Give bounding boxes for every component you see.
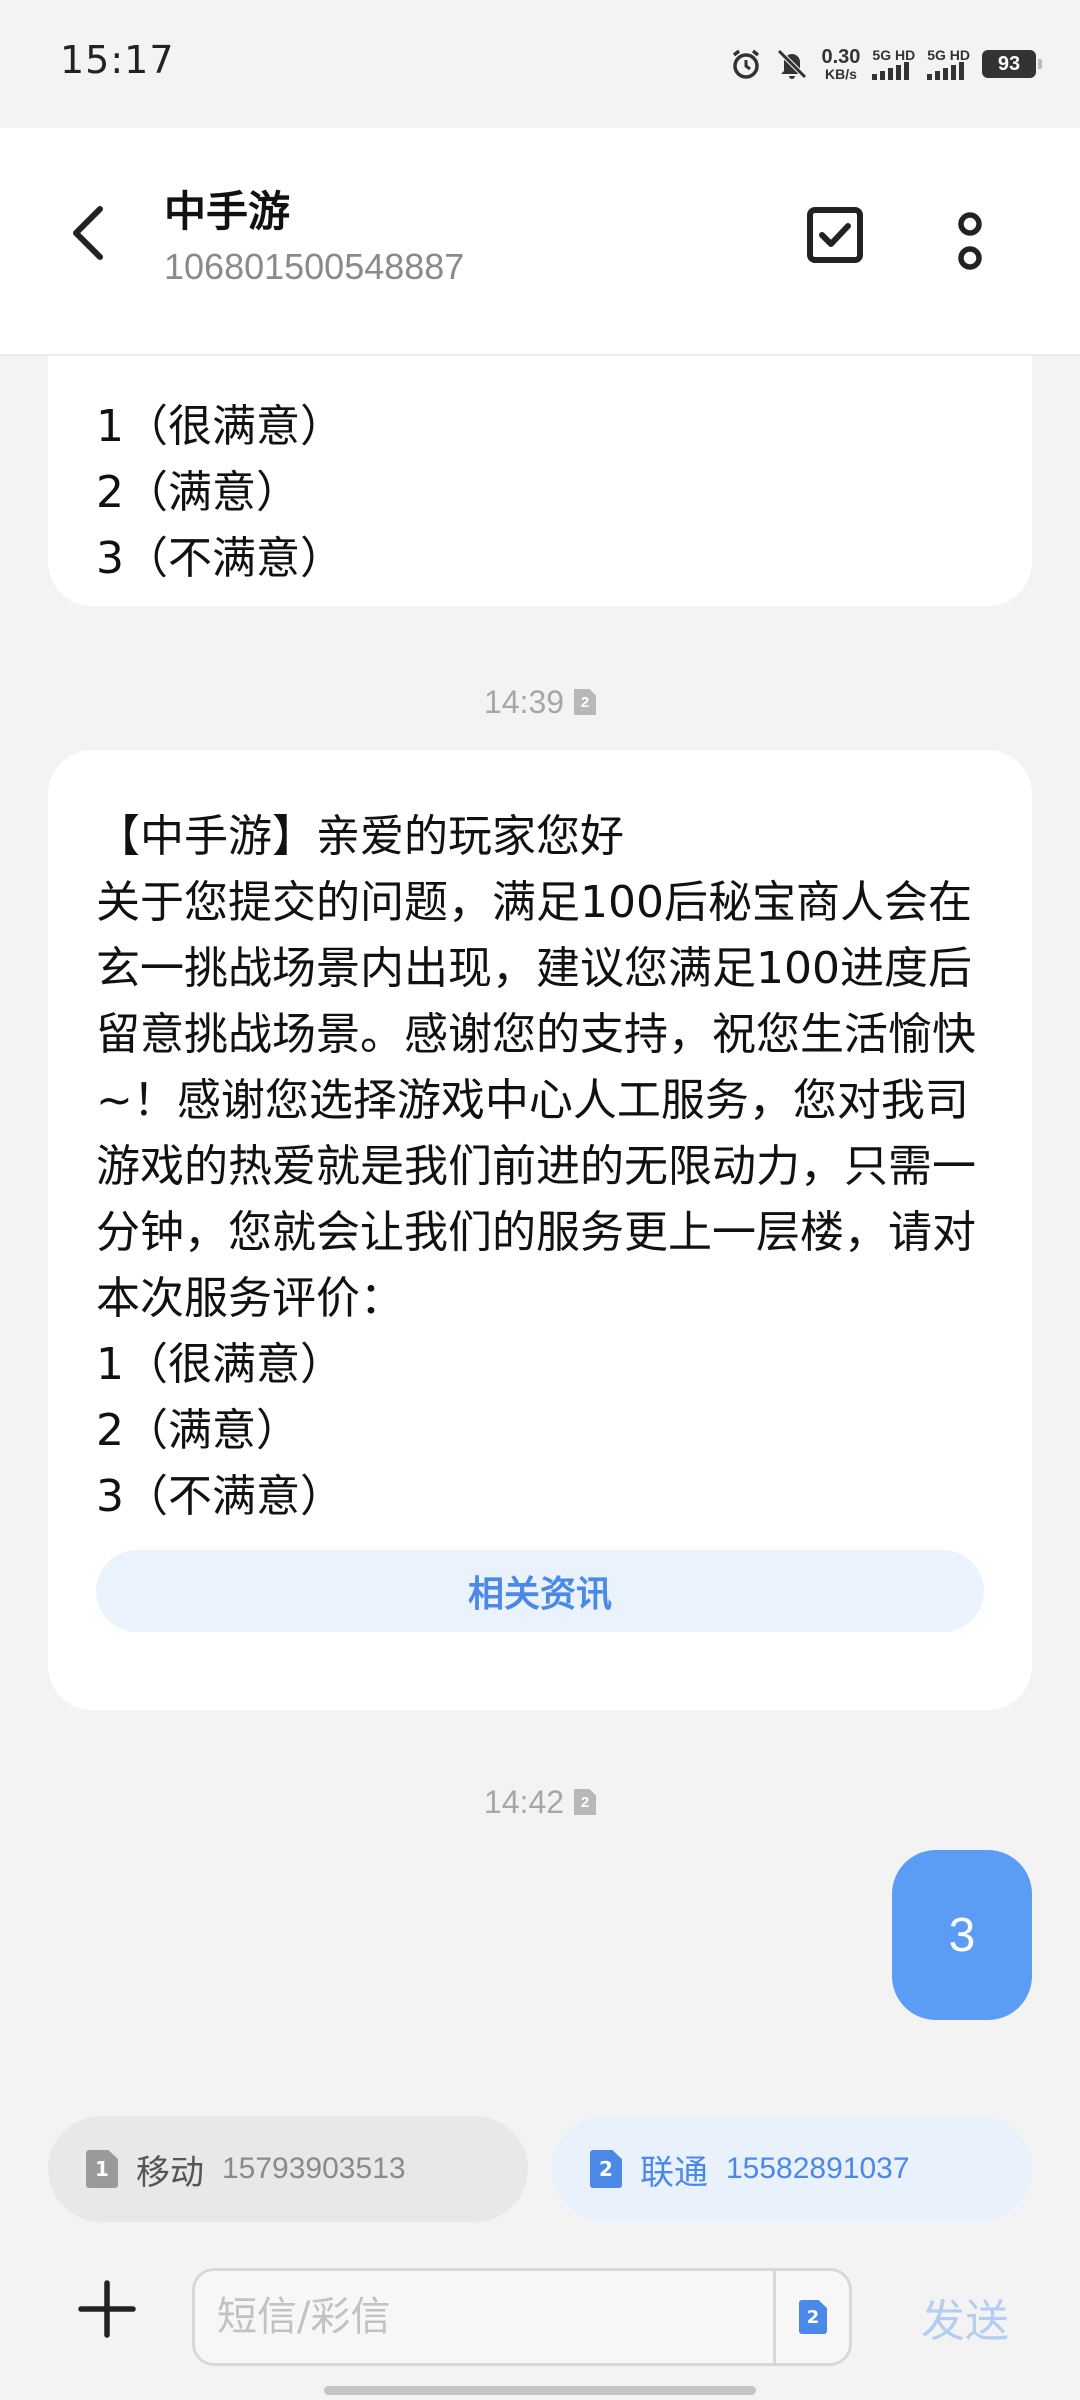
add-attachment-button[interactable] bbox=[72, 2274, 142, 2344]
timestamp-text: 14:39 bbox=[483, 683, 565, 720]
message-composer: 2 发送 bbox=[0, 2232, 1080, 2400]
back-button[interactable] bbox=[60, 198, 116, 268]
input-divider bbox=[773, 2271, 776, 2363]
message-body: 1（很满意） 2（满意） 3（不满意） bbox=[96, 394, 344, 592]
contact-name: 中手游 bbox=[164, 187, 291, 236]
status-bar: 15:17 0.30 KB/s 5G HD 5G HD 93 bbox=[0, 0, 1080, 128]
sim-number: 15793903513 bbox=[222, 2152, 406, 2185]
sim-carrier: 移动 bbox=[136, 2152, 204, 2193]
contact-number: 106801500548887 bbox=[164, 246, 465, 287]
sim-number: 15582891037 bbox=[726, 2152, 910, 2185]
mute-icon bbox=[775, 47, 809, 81]
message-input[interactable] bbox=[195, 2271, 775, 2363]
checkbox-icon bbox=[807, 207, 863, 263]
more-vertical-icon bbox=[958, 212, 982, 270]
back-arrow-icon bbox=[73, 206, 103, 260]
sim2-button[interactable]: 2 联通 15582891037 bbox=[552, 2116, 1032, 2222]
sim1-signal: 5G HD bbox=[872, 48, 915, 80]
message-input-wrapper: 2 bbox=[192, 2268, 852, 2366]
home-indicator[interactable] bbox=[324, 2386, 756, 2395]
message-timestamp: 14:42 2 bbox=[0, 1782, 1080, 1822]
sim-card-icon: 2 bbox=[799, 2300, 827, 2334]
sim2-signal: 5G HD bbox=[927, 48, 970, 80]
message-list[interactable]: 1（很满意） 2（满意） 3（不满意） 14:39 2 【中手游】亲爱的玩家您好… bbox=[0, 356, 1080, 2092]
alarm-icon bbox=[729, 47, 763, 81]
message-timestamp: 14:39 2 bbox=[0, 682, 1080, 722]
sim-card-icon: 2 bbox=[574, 1789, 597, 1815]
sim-card-icon: 1 bbox=[86, 2150, 118, 2188]
conversation-header: 中手游 106801500548887 bbox=[0, 128, 1080, 356]
sim-card-icon: 2 bbox=[574, 689, 597, 715]
status-icons: 0.30 KB/s 5G HD 5G HD 93 bbox=[729, 42, 1042, 86]
battery-icon: 93 bbox=[982, 50, 1042, 78]
message-line: 2（满意） bbox=[96, 467, 300, 518]
signal-bars-icon bbox=[927, 62, 965, 80]
incoming-message-bubble[interactable]: 1（很满意） 2（满意） 3（不满意） bbox=[48, 356, 1032, 606]
sim-selector: 1 移动 15793903513 2 联通 15582891037 bbox=[0, 2092, 1080, 2232]
multi-select-button[interactable] bbox=[800, 200, 870, 270]
outgoing-message-bubble[interactable]: 3 bbox=[892, 1850, 1032, 2020]
related-news-button[interactable]: 相关资讯 bbox=[96, 1550, 984, 1632]
send-button[interactable]: 发送 bbox=[900, 2282, 1030, 2352]
message-line: 1（很满意） bbox=[96, 401, 344, 452]
timestamp-text: 14:42 bbox=[483, 1783, 565, 1820]
message-body: 【中手游】亲爱的玩家您好 关于您提交的问题，满足100后秘宝商人会在玄一挑战场景… bbox=[96, 811, 976, 1522]
incoming-message-bubble[interactable]: 【中手游】亲爱的玩家您好 关于您提交的问题，满足100后秘宝商人会在玄一挑战场景… bbox=[48, 750, 1032, 1710]
sim-carrier: 联通 bbox=[640, 2152, 708, 2193]
status-time: 15:17 bbox=[60, 38, 175, 82]
signal-bars-icon bbox=[872, 62, 910, 80]
net-speed: 0.30 KB/s bbox=[821, 46, 861, 82]
sim1-button[interactable]: 1 移动 15793903513 bbox=[48, 2116, 528, 2222]
plus-icon bbox=[78, 2280, 136, 2338]
more-options-button[interactable] bbox=[940, 200, 1000, 284]
message-line: 3（不满意） bbox=[96, 533, 344, 584]
sim-card-icon: 2 bbox=[590, 2150, 622, 2188]
sim-switch-button[interactable]: 2 bbox=[777, 2271, 849, 2363]
